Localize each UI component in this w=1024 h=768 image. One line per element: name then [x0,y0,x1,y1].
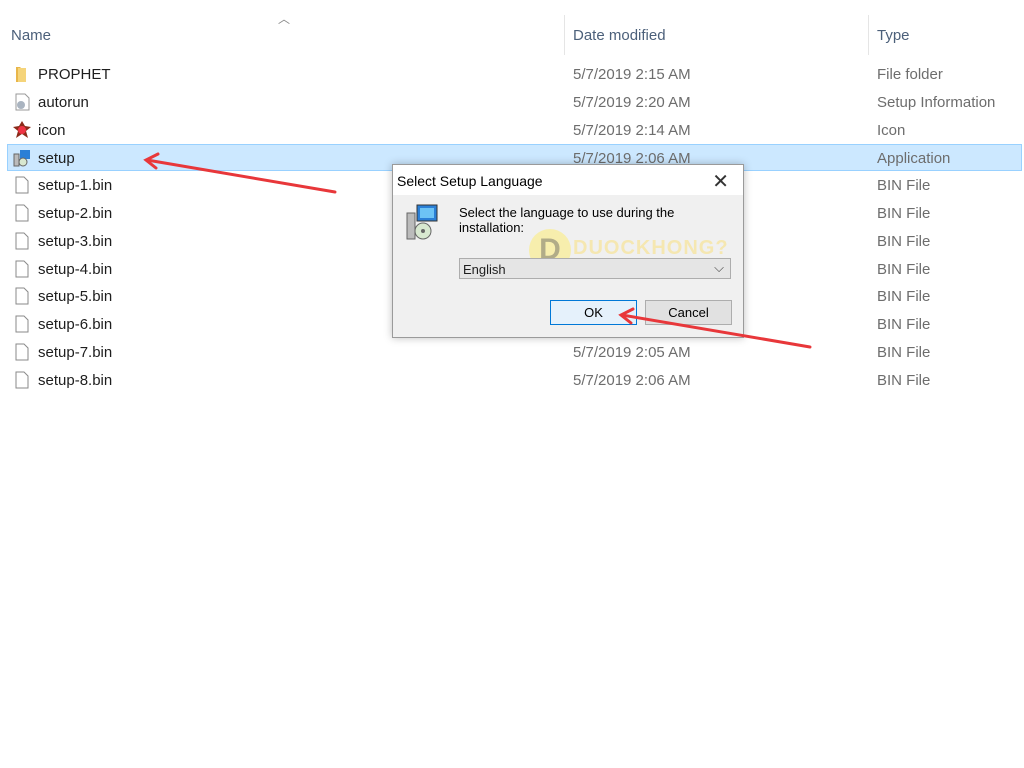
file-name: setup-5.bin [38,288,113,306]
dialog-title: Select Setup Language [397,173,543,189]
file-date: 5/7/2019 2:06 AM [573,371,691,389]
file-type: BIN File [877,177,931,195]
file-date: 5/7/2019 2:14 AM [573,121,691,139]
language-select[interactable]: English ⌵ [459,258,731,279]
file-icon [13,232,31,250]
column-divider[interactable] [564,15,565,55]
language-value: English [463,262,506,277]
icon-file-icon [13,120,31,139]
watermark-text: DUOCKHONG? [573,237,729,259]
dialog-message: Select the language to use during the in… [459,205,675,235]
file-type: BIN File [877,288,931,306]
file-row[interactable]: PROPHET 5/7/2019 2:15 AM File folder [8,61,1023,88]
file-row[interactable]: autorun 5/7/2019 2:20 AM Setup Informati… [8,89,1023,116]
file-name: setup-1.bin [38,177,113,195]
column-date-label: Date modified [573,27,666,44]
file-name: setup-7.bin [38,344,113,361]
file-type: BIN File [877,371,931,389]
file-icon [13,176,31,194]
file-type: BIN File [877,232,931,250]
file-name: setup-3.bin [38,232,113,250]
installer-icon [13,149,31,167]
file-type: BIN File [877,260,931,278]
file-row[interactable]: setup-8.bin 5/7/2019 2:06 AM BIN File [8,367,1023,394]
installer-icon [406,204,438,240]
dialog-title-bar[interactable]: Select Setup Language ✕ [393,165,743,195]
file-type: Application [877,150,951,168]
ok-button[interactable]: OK [550,300,637,325]
file-icon [13,260,31,278]
file-name: setup [38,150,75,168]
file-type: BIN File [877,316,931,334]
file-name: setup-8.bin [38,371,113,389]
select-language-dialog: Select Setup Language ✕ Select the langu… [392,164,744,338]
column-divider[interactable] [868,15,869,55]
file-date: 5/7/2019 2:15 AM [573,66,691,83]
file-type: BIN File [877,344,931,361]
file-name: PROPHET [38,66,111,83]
file-name: setup-2.bin [38,205,113,222]
column-type[interactable]: Type [877,15,1017,55]
column-type-label: Type [877,27,910,44]
file-icon [13,343,31,361]
close-icon[interactable]: ✕ [712,169,729,194]
file-date: 5/7/2019 2:20 AM [573,93,691,111]
file-row[interactable]: icon 5/7/2019 2:14 AM Icon [8,117,1023,144]
column-name-label: Name [11,27,52,44]
file-icon [13,371,31,389]
settings-file-icon [13,93,31,111]
file-icon [13,287,31,305]
folder-icon [13,65,31,83]
file-name: setup-4.bin [38,260,113,278]
file-name: icon [38,121,66,139]
file-type: BIN File [877,205,931,222]
file-type: Setup Information [877,93,996,111]
file-type: File folder [877,66,943,83]
column-date[interactable]: Date modified [573,15,863,55]
column-name[interactable]: Name [11,15,561,55]
cancel-button[interactable]: Cancel [645,300,732,325]
file-type: Icon [877,121,906,139]
file-name: autorun [38,93,89,111]
file-icon [13,315,31,333]
file-icon [13,204,31,222]
file-date: 5/7/2019 2:05 AM [573,344,691,361]
chevron-down-icon: ⌵ [714,260,724,275]
file-name: setup-6.bin [38,316,113,334]
file-row[interactable]: setup-7.bin 5/7/2019 2:05 AM BIN File [8,339,1023,366]
